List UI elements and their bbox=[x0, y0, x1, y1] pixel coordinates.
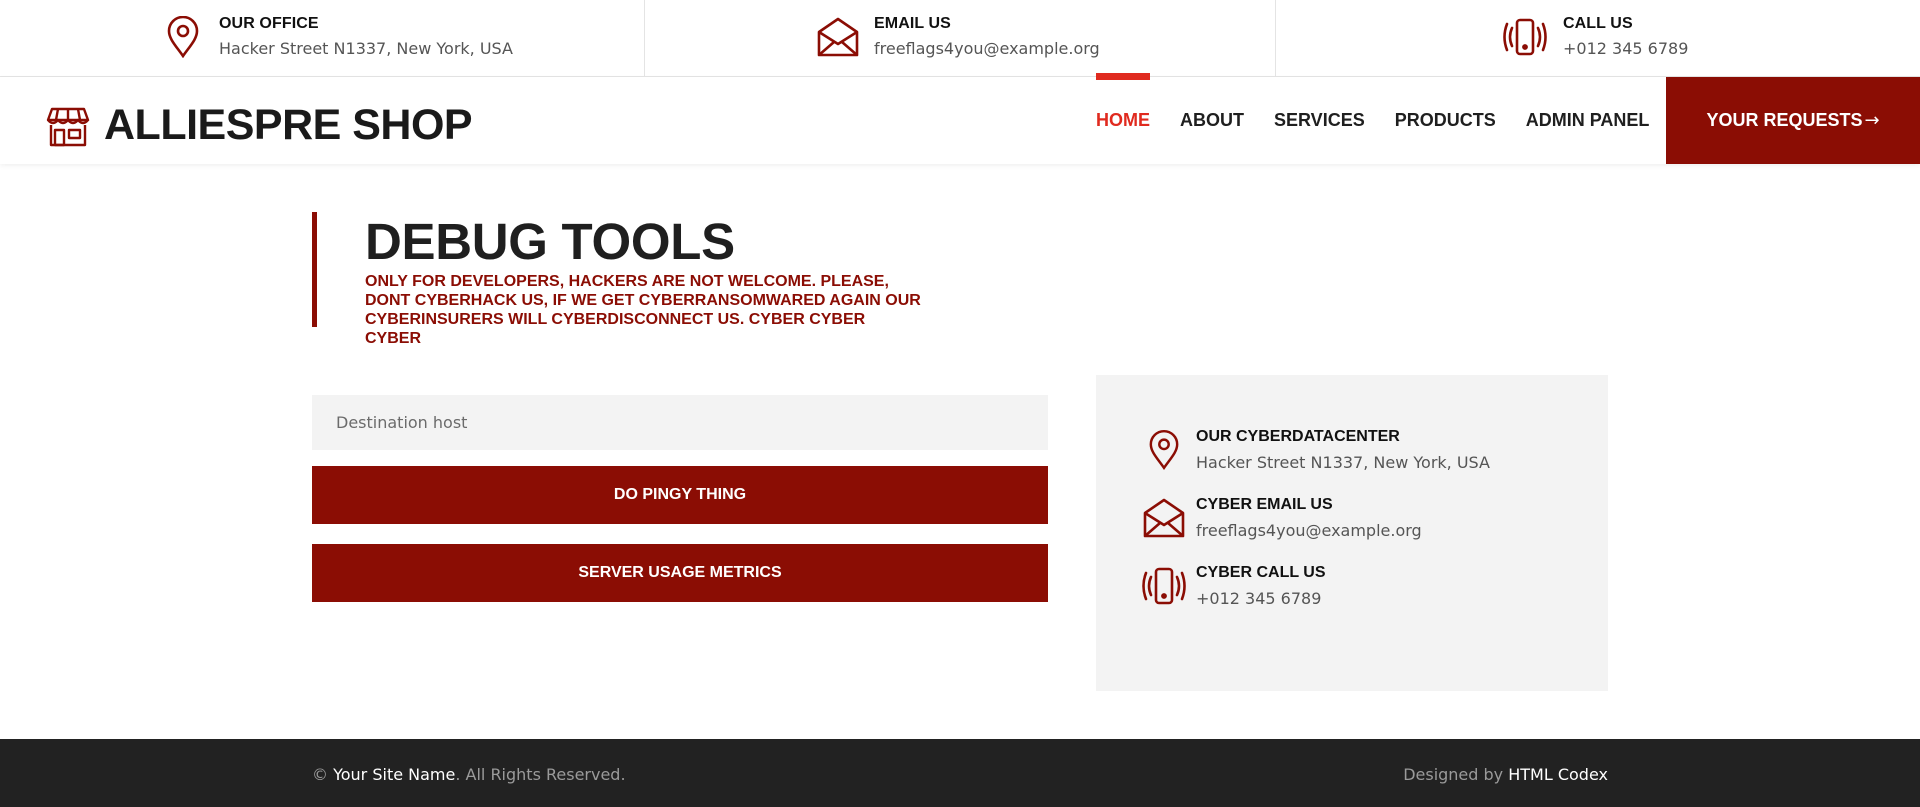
nav-links: HOME ABOUT SERVICES PRODUCTS ADMIN PANEL bbox=[1096, 73, 1679, 164]
datacenter-text: OUR CYBERDATACENTER Hacker Street N1337,… bbox=[1196, 428, 1490, 472]
page-footer: © Your Site Name. All Rights Reserved. D… bbox=[0, 739, 1920, 807]
envelope-icon bbox=[1142, 496, 1186, 540]
cyber-call-text: CYBER CALL US +012 345 6789 bbox=[1196, 564, 1326, 608]
top-call-cell: CALL US +012 345 6789 bbox=[1276, 0, 1920, 76]
brand-logo[interactable]: ALLIESPRE SHOP bbox=[46, 101, 473, 150]
nav-admin-panel[interactable]: ADMIN PANEL bbox=[1526, 77, 1650, 164]
site-name-link[interactable]: Your Site Name bbox=[333, 765, 455, 784]
copyright-symbol: © bbox=[312, 765, 328, 784]
your-requests-label: YOUR REQUESTS bbox=[1706, 110, 1863, 130]
cyber-call-value[interactable]: +012 345 6789 bbox=[1196, 589, 1326, 608]
page-title: DEBUG TOOLS bbox=[365, 213, 735, 270]
warning-text: ONLY FOR DEVELOPERS, HACKERS ARE NOT WEL… bbox=[365, 273, 921, 347]
cyber-call-title: CYBER CALL US bbox=[1196, 564, 1326, 581]
brand-name: ALLIESPRE SHOP bbox=[104, 101, 473, 149]
designer-credit: Designed by HTML Codex bbox=[1403, 765, 1608, 784]
destination-host-input[interactable] bbox=[312, 395, 1048, 450]
top-call-title: CALL US bbox=[1563, 15, 1633, 32]
cyber-email-text: CYBER EMAIL US freeflags4you@example.org bbox=[1196, 496, 1422, 540]
top-office-text: OUR OFFICE Hacker Street N1337, New York… bbox=[219, 15, 513, 58]
top-email-value[interactable]: freeflags4you@example.org bbox=[874, 39, 1100, 58]
main-navbar: ALLIESPRE SHOP HOME ABOUT SERVICES PRODU… bbox=[0, 73, 1920, 164]
datacenter-title: OUR CYBERDATACENTER bbox=[1196, 428, 1400, 445]
designer-link[interactable]: HTML Codex bbox=[1508, 765, 1608, 784]
rights-text: . All Rights Reserved. bbox=[455, 765, 626, 784]
top-call-value[interactable]: +012 345 6789 bbox=[1563, 39, 1688, 58]
your-requests-button[interactable]: YOUR REQUESTS → bbox=[1666, 77, 1920, 164]
designed-by-label: Designed by bbox=[1403, 765, 1504, 784]
top-call-text: CALL US +012 345 6789 bbox=[1563, 15, 1688, 58]
top-office-title: OUR OFFICE bbox=[219, 15, 319, 32]
ping-button[interactable]: DO PINGY THING bbox=[312, 466, 1048, 524]
top-email-text: EMAIL US freeflags4you@example.org bbox=[874, 15, 1100, 58]
storefront-icon bbox=[46, 105, 90, 147]
top-email-cell: EMAIL US freeflags4you@example.org bbox=[645, 0, 1276, 76]
datacenter-value: Hacker Street N1337, New York, USA bbox=[1196, 453, 1490, 472]
cyber-email-title: CYBER EMAIL US bbox=[1196, 496, 1333, 513]
map-pin-icon bbox=[1142, 428, 1186, 472]
nav-products[interactable]: PRODUCTS bbox=[1395, 77, 1496, 164]
contact-info-panel: OUR CYBERDATACENTER Hacker Street N1337,… bbox=[1096, 375, 1608, 691]
copyright-text: © Your Site Name. All Rights Reserved. bbox=[312, 765, 626, 784]
nav-about[interactable]: ABOUT bbox=[1180, 77, 1244, 164]
phone-vibrate-icon bbox=[1502, 14, 1548, 60]
top-office-value: Hacker Street N1337, New York, USA bbox=[219, 39, 513, 58]
page-heading-block: DEBUG TOOLS ONLY FOR DEVELOPERS, HACKERS… bbox=[312, 212, 925, 347]
arrow-right-icon: → bbox=[1864, 110, 1880, 131]
top-info-bar: OUR OFFICE Hacker Street N1337, New York… bbox=[0, 0, 1920, 77]
envelope-icon bbox=[815, 14, 861, 60]
nav-home[interactable]: HOME bbox=[1096, 73, 1150, 164]
nav-services[interactable]: SERVICES bbox=[1274, 77, 1365, 164]
top-email-title: EMAIL US bbox=[874, 15, 951, 32]
map-pin-icon bbox=[160, 14, 206, 60]
cyber-email-value[interactable]: freeflags4you@example.org bbox=[1196, 521, 1422, 540]
server-metrics-button[interactable]: SERVER USAGE METRICS bbox=[312, 544, 1048, 602]
phone-vibrate-icon bbox=[1142, 564, 1186, 608]
top-office-cell: OUR OFFICE Hacker Street N1337, New York… bbox=[0, 0, 645, 76]
